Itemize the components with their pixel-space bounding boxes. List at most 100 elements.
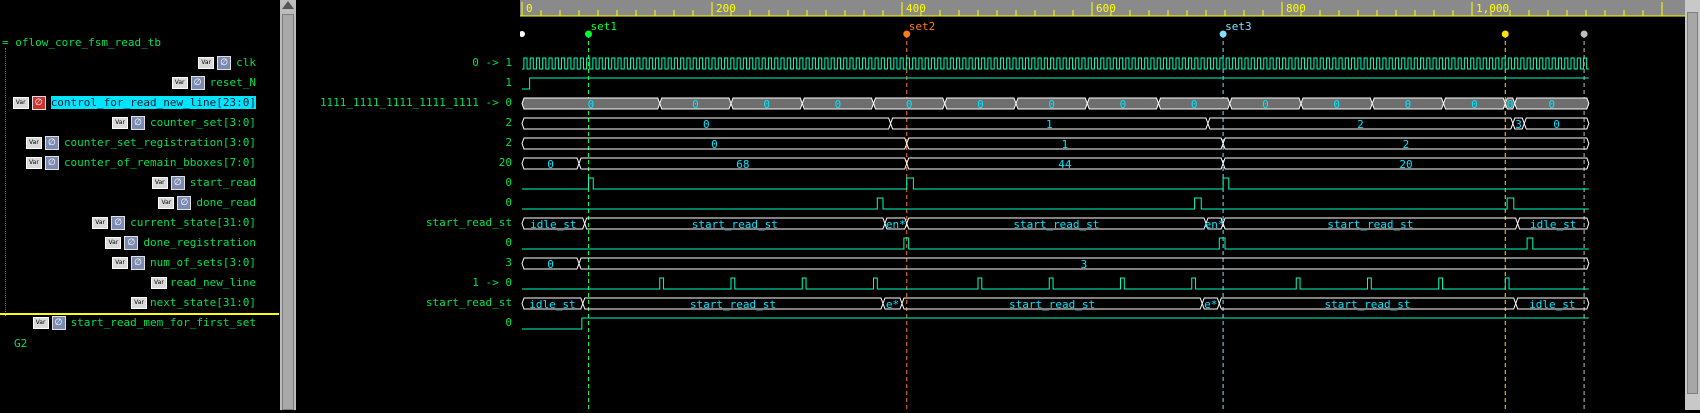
signal-name-row[interactable]: Var ∅ counter_of_remain_bboxes[7:0] — [25, 154, 256, 172]
signal-name-row[interactable]: Var ∅ clk — [198, 54, 256, 72]
signal-name-row[interactable]: Var ∅ counter_set_registration[3:0] — [25, 134, 256, 152]
scroll-up-arrow-icon[interactable] — [282, 1, 294, 9]
bus-value-label: idle_st — [529, 298, 575, 311]
wire-icon: ∅ — [111, 216, 126, 230]
var-icon: Var — [25, 157, 42, 169]
wire-icon: ∅ — [170, 176, 185, 190]
group-label[interactable]: G2 — [14, 337, 27, 350]
ruler-tick-label: 0 — [526, 2, 533, 15]
signal-name-row[interactable]: Var ∅ control_for_read_new_line[23:0] — [12, 94, 256, 112]
bus-value-label: start_read_st — [690, 298, 776, 311]
var-icon: Var — [151, 177, 168, 189]
marker-dot — [519, 31, 525, 37]
bus-value-label: 0 — [1048, 98, 1055, 111]
var-icon: Var — [171, 77, 188, 89]
var-icon: Var — [105, 237, 122, 249]
bus-value-label: 0 — [692, 98, 699, 111]
wire-icon: ∅ — [217, 56, 232, 70]
var-icon: Var — [25, 137, 42, 149]
signal-trace — [522, 317, 1589, 330]
tree-guide — [5, 48, 6, 316]
bus-value-label: 0 — [1507, 98, 1514, 111]
signal-name-row[interactable]: Var ∅ done_read — [158, 194, 256, 212]
bus-value-label: 2 — [1357, 118, 1364, 131]
signal-name-row[interactable]: Var read_new_line — [150, 274, 256, 292]
signal-value-label: 1111_1111_1111_1111_1111 -> 0 — [319, 96, 512, 109]
bus-value-label: 0 — [977, 98, 984, 111]
var-icon: Var — [150, 277, 167, 289]
ruler-tick-label: 800 — [1286, 2, 1306, 15]
bus-value-label: 20 — [1399, 158, 1412, 171]
signal-name-label: next_state[31:0] — [150, 296, 256, 309]
bus-value-label: 3 — [1515, 118, 1522, 131]
signal-name-row[interactable]: Var ∅ start_read — [151, 174, 256, 192]
bus-value-label: 0 — [703, 118, 710, 131]
bus-value-label: 0 — [1548, 98, 1555, 111]
bus-value-label: start_read_st — [1327, 218, 1413, 231]
signal-trace — [522, 197, 1589, 210]
bus-value-label: 0 — [1333, 98, 1340, 111]
signal-name-row[interactable]: Var ∅ start_read_mem_for_first_set — [32, 314, 256, 332]
signal-value-label: 0 — [505, 236, 512, 249]
pane-splitter[interactable] — [280, 0, 296, 410]
signal-value-label: 0 — [505, 316, 512, 329]
signal-value-pane: 0 -> 1 1 1111_1111_1111_1111_1111 -> 0 2 2 20… — [296, 0, 520, 410]
tree-root-label: oflow_core_fsm_read_tb — [15, 36, 161, 49]
bus-value-label: en* — [1205, 218, 1225, 231]
splitter-scroll-thumb[interactable] — [282, 14, 294, 410]
marker-label: set1 — [591, 20, 618, 33]
bus-value-label: idle_st — [1529, 298, 1575, 311]
signal-name-row[interactable]: Var ∅ num_of_sets[3:0] — [112, 254, 256, 272]
signal-value-label: 3 — [505, 256, 512, 269]
signal-value-label: 2 — [505, 116, 512, 129]
insert-marker-line — [0, 313, 279, 315]
bus-value-label: 44 — [1058, 158, 1072, 171]
wire-icon: ∅ — [44, 136, 59, 150]
signal-value-label: 0 — [505, 176, 512, 189]
bus-value-label: start_read_st — [1013, 218, 1099, 231]
bus-value-label: 1 — [1062, 138, 1069, 151]
bus-value-label: 0 — [547, 158, 554, 171]
var-icon: Var — [158, 197, 175, 209]
var-icon: Var — [12, 97, 29, 109]
marker-dot — [1580, 30, 1588, 38]
marker-label: set2 — [909, 20, 936, 33]
tree-root[interactable]: = oflow_core_fsm_read_tb — [2, 36, 161, 49]
signal-value-label: 20 — [498, 156, 512, 169]
signal-name-row[interactable]: Var next_state[31:0] — [131, 294, 256, 312]
signal-name-row[interactable]: Var ∅ current_state[31:0] — [92, 214, 256, 232]
tree-expand-icon[interactable]: = — [2, 36, 9, 49]
bus-value-label: 2 — [1403, 138, 1410, 151]
signal-name-row[interactable]: Var ∅ reset_N — [171, 74, 256, 92]
bus-value-label: e* — [1204, 298, 1217, 311]
marker-dot — [1501, 30, 1509, 38]
reg-icon: ∅ — [31, 96, 46, 110]
signal-name-label: start_read — [189, 176, 256, 189]
wire-icon: ∅ — [190, 76, 205, 90]
var-icon: Var — [198, 57, 215, 69]
signal-name-row[interactable]: Var ∅ done_registration — [105, 234, 256, 252]
waveform-canvas[interactable]: 0 200 400 600 800 1,000set1 set2 set30 0 0 0 0 0 0 0 0 0… — [519, 0, 1685, 410]
signal-name-label: read_new_line — [169, 276, 256, 289]
signal-name-label: clk — [236, 56, 256, 69]
bus-value-label: idle_st — [1530, 218, 1576, 231]
signal-name-row[interactable]: Var ∅ counter_set[3:0] — [112, 114, 256, 132]
bus-value-label: en* — [886, 218, 906, 231]
var-icon: Var — [32, 317, 49, 329]
signal-name-pane: = oflow_core_fsm_read_tb Var ∅ clk Var ∅ rese… — [0, 0, 280, 410]
bus-value-label: 0 — [711, 138, 718, 151]
waveform-pane[interactable]: 0 200 400 600 800 1,000 set1 set2 set3 0 0 0 0 0 0 0 0 0 0… — [519, 0, 1685, 410]
signal-value-label: 0 — [505, 196, 512, 209]
bus-value-label: 0 — [547, 258, 554, 271]
vertical-scrollbar[interactable] — [1685, 0, 1700, 410]
signal-value-label: 1 — [505, 76, 512, 89]
wire-icon: ∅ — [44, 156, 59, 170]
bus-value-label: 1 — [1046, 118, 1053, 131]
signal-name-label: counter_set_registration[3:0] — [63, 136, 256, 149]
bus-value-label: 0 — [1120, 98, 1127, 111]
bus-value-label: 68 — [736, 158, 749, 171]
bus-value-label: start_read_st — [1009, 298, 1095, 311]
signal-value-label: start_read_st — [425, 296, 512, 309]
var-icon: Var — [131, 297, 148, 309]
vertical-scroll-thumb[interactable] — [1687, 12, 1698, 394]
